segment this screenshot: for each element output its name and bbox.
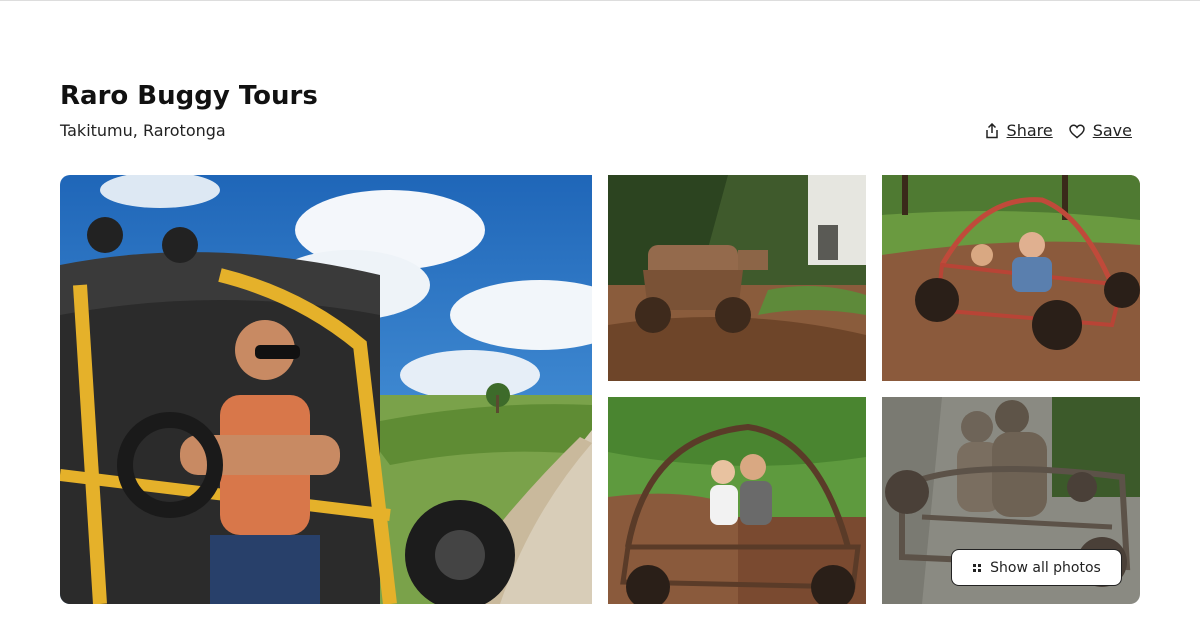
share-icon bbox=[985, 123, 998, 139]
photo-main[interactable] bbox=[60, 175, 592, 604]
photo-red-frame-buggy-image bbox=[882, 175, 1140, 381]
photo-muddy-buggy[interactable] bbox=[608, 175, 866, 381]
share-label: Share bbox=[1006, 121, 1053, 140]
photo-muddy-buggy-image bbox=[608, 175, 866, 381]
page-title: Raro Buggy Tours bbox=[60, 81, 318, 111]
show-all-photos-label: Show all photos bbox=[990, 559, 1101, 576]
grid-dots-icon bbox=[973, 563, 982, 572]
listing-actions: Share Save bbox=[985, 120, 1132, 142]
save-button[interactable]: Save bbox=[1068, 120, 1132, 142]
photo-gallery: Show all photos bbox=[60, 175, 1140, 604]
top-divider bbox=[0, 0, 1200, 1]
listing-location: Takitumu, Rarotonga bbox=[60, 121, 226, 140]
heart-icon bbox=[1068, 124, 1085, 138]
photo-red-frame-buggy[interactable] bbox=[882, 175, 1140, 381]
share-button[interactable]: Share bbox=[985, 120, 1053, 142]
photo-two-women-buggy-image bbox=[608, 397, 866, 604]
show-all-photos-button[interactable]: Show all photos bbox=[951, 549, 1122, 586]
photo-main-image bbox=[60, 175, 592, 604]
photo-two-women-buggy[interactable] bbox=[608, 397, 866, 604]
save-label: Save bbox=[1092, 121, 1132, 140]
